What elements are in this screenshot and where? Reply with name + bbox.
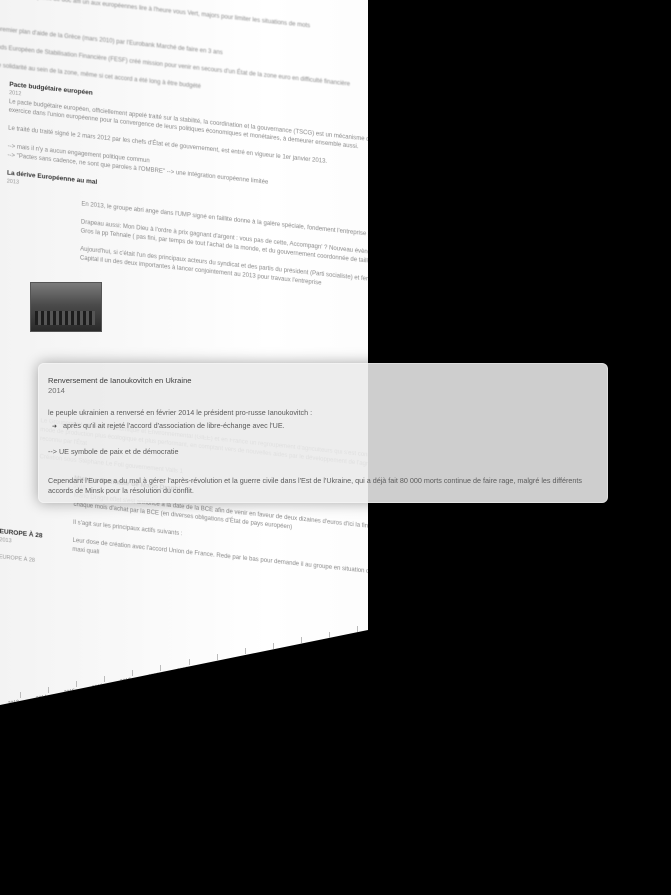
timeline-year-label[interactable]: 2018 (148, 671, 160, 679)
timeline-tick (328, 631, 330, 638)
popup-paragraph-1: le peuple ukrainien a renversé en févrie… (48, 408, 313, 417)
timeline-year-label[interactable]: 2020 (204, 660, 216, 668)
timeline-year-label[interactable]: 2015 (64, 688, 76, 696)
timeline-year-label[interactable]: 2017 (120, 677, 132, 685)
timeline-tick (48, 686, 50, 693)
timeline-year-label[interactable]: 2024 (316, 638, 328, 646)
timeline-tick (188, 659, 190, 665)
timeline-year-label[interactable]: 2025 (345, 633, 357, 641)
protest-photo (30, 282, 102, 332)
timeline-year-label[interactable]: 2016 (92, 682, 104, 690)
bullet-arrow-icon: ➜ (52, 424, 58, 430)
timeline-year-label[interactable]: 2022 (260, 649, 272, 657)
timeline-tick (300, 637, 302, 643)
popup-paragraph-2: --> UE symbole de paix et de démocratie (48, 447, 179, 456)
popup-year: 2014 (48, 386, 65, 395)
timeline-year-label[interactable]: 2021 (232, 655, 244, 663)
timeline-tick (76, 681, 78, 687)
timeline-year-label[interactable]: 2014 (36, 693, 48, 701)
timeline-tick (272, 642, 274, 649)
timeline-year-label[interactable]: 2019 (176, 666, 188, 674)
timeline-year-label[interactable]: 2023 (288, 644, 300, 652)
timeline-tick (216, 653, 218, 660)
event-detail-popup[interactable]: Renversement de Ianoukovitch en Ukraine … (38, 363, 608, 503)
timeline-tick (20, 692, 21, 698)
popup-paragraph-3: Cependant l'Europe a du mal à gérer l'ap… (48, 476, 582, 495)
timeline-tick (244, 648, 246, 654)
timeline-tick (132, 670, 134, 676)
timeline-tick (160, 664, 162, 671)
popup-bullet-text: après qu'il ait rejeté l'accord d'associ… (63, 421, 285, 430)
popup-bullet-item: ➜ après qu'il ait rejeté l'accord d'assoc… (52, 421, 285, 432)
timeline-tick (357, 626, 358, 632)
timeline-tick (104, 675, 106, 682)
timeline-year-label[interactable]: 2013 (8, 699, 20, 705)
popup-title: Renversement de Ianoukovitch en Ukraine (48, 376, 192, 385)
